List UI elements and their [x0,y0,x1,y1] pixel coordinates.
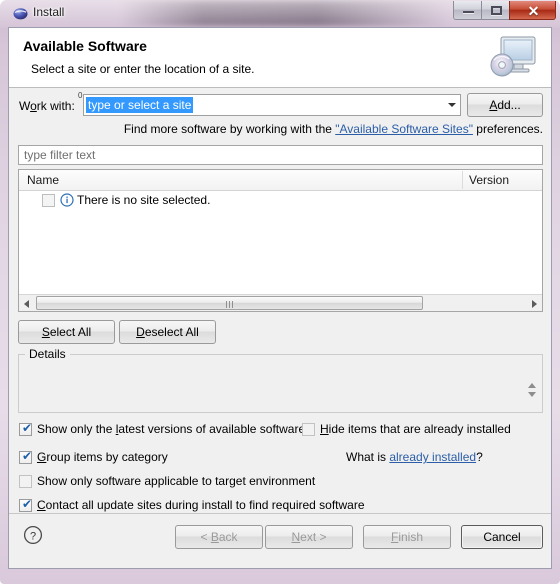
hint-prefix: Find more software by working with the [123,122,336,136]
chevron-left-icon [24,300,29,308]
column-header-version[interactable]: Version [469,173,509,187]
available-software-sites-link[interactable]: "Available Software Sites" [335,122,473,136]
title-bar[interactable]: Install ✕ [0,0,560,28]
software-table[interactable]: Name Version There is no site selected. [18,169,543,312]
help-icon[interactable]: ? [23,525,43,545]
next-button[interactable]: Next > [265,525,353,549]
footer-divider [9,513,551,514]
glass-smudge [120,0,450,26]
select-all-button[interactable]: Select All [18,320,115,344]
option-label: Show only the latest versions of availab… [37,422,306,436]
close-button[interactable]: ✕ [509,1,556,20]
check-icon: ✔ [22,449,33,463]
option-label: Group items by category [37,450,168,464]
already-installed-link[interactable]: already installed [389,450,476,464]
chevron-up-icon[interactable] [528,383,536,388]
scrollbar-grip-icon [225,301,234,308]
page-title: Available Software [23,38,147,54]
row-checkbox[interactable] [42,194,55,207]
checkbox[interactable]: ✔ [19,421,33,436]
hint-suffix: preferences. [472,122,543,136]
window-title: Install [33,5,65,19]
minimize-button[interactable] [453,1,482,20]
work-with-superscript: 0 [78,91,83,100]
work-with-input[interactable]: type or select a site [86,97,194,113]
check-icon: ✔ [22,497,33,511]
add-site-button[interactable]: Add... [467,93,543,117]
eclipse-globe-icon [13,6,28,21]
table-horizontal-scrollbar[interactable] [19,294,542,311]
dialog-client-area: Available Software Select a site or ente… [8,27,552,569]
scrollbar-thumb[interactable] [36,296,423,310]
maximize-icon [491,6,502,15]
back-button[interactable]: < Back [175,525,263,549]
maximize-button[interactable] [481,1,510,20]
chevron-down-icon[interactable] [448,103,456,107]
info-icon [60,193,74,207]
details-scroll-spinner[interactable] [527,381,538,400]
page-description: Select a site or enter the location of a… [31,62,255,76]
chevron-down-icon[interactable] [528,392,536,397]
work-with-combo[interactable]: type or select a site [83,94,461,116]
check-icon: ✔ [22,421,33,435]
table-row[interactable]: There is no site selected. [19,191,542,211]
details-label: Details [25,347,70,361]
install-dialog-window: Install ✕ Available Software Select a si… [0,0,560,584]
work-with-label: Work with: [19,99,75,113]
dialog-body: Work with: 0 type or select a site Add..… [9,88,551,568]
monitor-disc-icon [485,32,541,84]
deselect-all-button[interactable]: Deselect All [119,320,216,344]
checkbox[interactable]: ✔ [19,449,33,464]
finish-button[interactable]: Finish [363,525,451,549]
window-controls: ✕ [453,1,556,20]
checkbox[interactable] [302,423,315,436]
table-header-row: Name Version [19,170,542,191]
column-header-name[interactable]: Name [27,173,59,187]
column-divider[interactable] [462,171,463,189]
already-installed-question: What is already installed? [346,450,483,464]
close-icon: ✕ [527,3,540,19]
chevron-right-icon [532,300,537,308]
cancel-button[interactable]: Cancel [461,525,543,549]
filter-input[interactable]: type filter text [18,145,543,165]
scroll-left-button[interactable] [19,295,35,311]
option-label: Hide items that are already installed [320,422,511,436]
row-label: There is no site selected. [77,193,211,207]
checkbox[interactable]: ✔ [19,497,33,512]
svg-text:?: ? [30,531,36,543]
checkbox[interactable] [19,475,32,488]
option-label: Contact all update sites during install … [37,498,365,512]
available-sites-hint: Find more software by working with the "… [9,122,551,136]
scroll-right-button[interactable] [526,295,542,311]
minimize-icon [463,11,474,13]
dialog-header: Available Software Select a site or ente… [9,28,551,88]
option-label: Show only software applicable to target … [37,474,316,488]
details-panel [18,354,543,413]
